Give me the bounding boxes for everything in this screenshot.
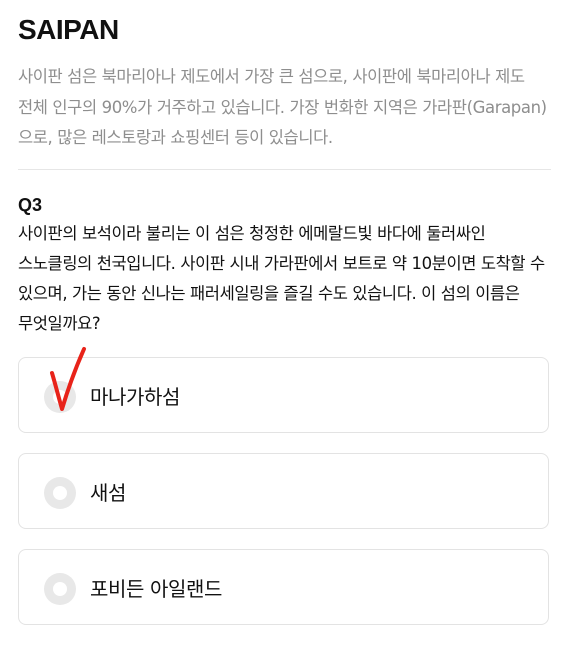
radio-button-icon[interactable] (44, 381, 76, 413)
quiz-page: SAIPAN 사이판 섬은 북마리아나 제도에서 가장 큰 섬으로, 사이판에 … (0, 0, 570, 648)
divider (18, 169, 551, 170)
answer-option-label: 새섬 (90, 481, 126, 505)
radio-button-icon[interactable] (44, 477, 76, 509)
answer-option-2[interactable]: 새섬 (18, 453, 549, 529)
radio-button-icon[interactable] (44, 573, 76, 605)
page-title: SAIPAN (18, 14, 119, 45)
question-number: Q3 (18, 195, 43, 215)
answer-option-label: 포비든 아일랜드 (90, 577, 222, 601)
intro-paragraph: 사이판 섬은 북마리아나 제도에서 가장 큰 섬으로, 사이판에 북마리아나 제… (18, 67, 547, 147)
answer-option-3[interactable]: 포비든 아일랜드 (18, 549, 549, 625)
question-text: 사이판의 보석이라 불리는 이 섬은 청정한 에메랄드빛 바다에 둘러싸인 스노… (18, 224, 545, 333)
answer-option-1[interactable]: 마나가하섬 (18, 357, 549, 433)
answer-option-label: 마나가하섬 (90, 385, 180, 409)
